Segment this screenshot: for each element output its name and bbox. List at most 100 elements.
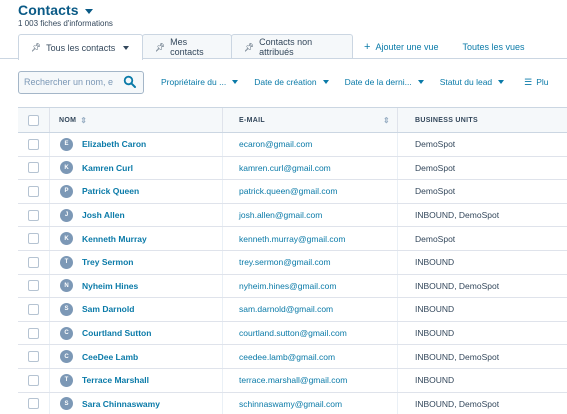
table-row[interactable]: N Nyheim Hines nyheim.hines@gmail.com INBOU… xyxy=(18,274,567,299)
contact-email[interactable]: schinnaswamy@gmail.com xyxy=(239,399,342,409)
contact-name-cell[interactable]: E Elizabeth Caron xyxy=(50,133,223,156)
contact-name-cell[interactable]: J Josh Allen xyxy=(50,203,223,227)
table-row[interactable]: T Trey Sermon trey.sermon@gmail.com INBOUND xyxy=(18,250,567,275)
business-units-cell: DemoSpot xyxy=(398,180,567,203)
more-filters-button[interactable]: ☰ Plu xyxy=(524,77,548,88)
tab-label: Mes contacts xyxy=(170,37,204,57)
row-checkbox[interactable] xyxy=(28,162,39,174)
contact-email[interactable]: sam.darnold@gmail.com xyxy=(239,304,333,314)
contact-email-cell: patrick.queen@gmail.com xyxy=(223,180,398,203)
column-header-email[interactable]: E-MAIL ⇕ xyxy=(223,108,398,132)
contact-name-cell[interactable]: K Kenneth Murray xyxy=(50,227,223,250)
contact-name-cell[interactable]: C Courtland Sutton xyxy=(50,321,223,345)
contact-name-cell[interactable]: T Terrace Marshall xyxy=(50,368,223,392)
contact-name-cell[interactable]: C CeeDee Lamb xyxy=(50,345,223,368)
business-units-value: DemoSpot xyxy=(415,233,456,244)
business-units-cell: DemoSpot xyxy=(398,227,567,250)
search-box[interactable] xyxy=(18,70,144,94)
contact-email[interactable]: josh.allen@gmail.com xyxy=(239,210,322,220)
business-units-cell: INBOUND xyxy=(398,298,567,321)
contact-name-link[interactable]: Sara Chinnaswamy xyxy=(82,399,160,409)
title-dropdown[interactable]: Contacts xyxy=(18,2,113,18)
contact-email-cell: trey.sermon@gmail.com xyxy=(223,250,398,274)
search-input[interactable] xyxy=(24,77,119,87)
contact-name-cell[interactable]: K Kamren Curl xyxy=(50,156,223,180)
row-checkbox[interactable] xyxy=(28,209,39,221)
contact-email[interactable]: patrick.queen@gmail.com xyxy=(239,186,337,196)
contact-name-link[interactable]: Elizabeth Caron xyxy=(82,139,146,149)
row-checkbox[interactable] xyxy=(28,280,39,292)
avatar: T xyxy=(60,255,73,269)
chevron-down-icon[interactable] xyxy=(123,45,130,50)
all-views-link[interactable]: Toutes les vues xyxy=(450,34,536,59)
column-header-name[interactable]: NOM ⇕ xyxy=(50,108,223,132)
tab-my-contacts[interactable]: 📌︎ Mes contacts xyxy=(142,34,232,59)
table-row[interactable]: K Kenneth Murray kenneth.murray@gmail.com D… xyxy=(18,227,567,251)
contact-name-link[interactable]: Courtland Sutton xyxy=(82,328,151,338)
select-all-checkbox[interactable] xyxy=(28,114,39,126)
row-checkbox[interactable] xyxy=(28,303,39,315)
contact-name-link[interactable]: Sam Darnold xyxy=(82,304,134,314)
contact-email[interactable]: ceedee.lamb@gmail.com xyxy=(239,352,335,362)
contact-email-cell: terrace.marshall@gmail.com xyxy=(223,368,398,392)
contact-name-cell[interactable]: S Sara Chinnaswamy xyxy=(50,392,223,414)
contact-name-link[interactable]: Kenneth Murray xyxy=(82,234,147,244)
contact-email[interactable]: courtland.sutton@gmail.com xyxy=(239,328,347,338)
contact-name-link[interactable]: Terrace Marshall xyxy=(82,375,149,385)
contact-email[interactable]: terrace.marshall@gmail.com xyxy=(239,375,347,385)
row-checkbox[interactable] xyxy=(28,185,39,197)
contact-name-link[interactable]: Josh Allen xyxy=(82,210,125,220)
contact-name-link[interactable]: CeeDee Lamb xyxy=(82,352,138,362)
table-row[interactable]: S Sara Chinnaswamy schinnaswamy@gmail.com I… xyxy=(18,392,567,414)
table-row[interactable]: P Patrick Queen patrick.queen@gmail.com Dem… xyxy=(18,180,567,204)
contact-email[interactable]: ecaron@gmail.com xyxy=(239,139,312,149)
filter-lead-status[interactable]: Statut du lead xyxy=(440,77,505,87)
filter-created-date[interactable]: Date de création xyxy=(254,77,329,87)
chevron-down-icon[interactable] xyxy=(84,8,93,14)
page-title[interactable]: Contacts xyxy=(18,2,79,18)
row-checkbox[interactable] xyxy=(28,233,39,245)
table-row[interactable]: S Sam Darnold sam.darnold@gmail.com INBOUND xyxy=(18,298,567,322)
sort-icon[interactable]: ⇕ xyxy=(383,116,390,125)
table-row[interactable]: C Courtland Sutton courtland.sutton@gmail.… xyxy=(18,321,567,346)
filter-last-date[interactable]: Date de la derni... xyxy=(345,77,424,87)
table-body: E Elizabeth Caron ecaron@gmail.com DemoSpot… xyxy=(18,133,567,414)
add-view-link[interactable]: + Ajouter une vue xyxy=(352,34,450,59)
contact-name-link[interactable]: Trey Sermon xyxy=(82,257,134,267)
contact-name-cell[interactable]: N Nyheim Hines xyxy=(50,274,223,298)
sort-icon[interactable]: ⇕ xyxy=(80,116,87,125)
filter-owner[interactable]: Propriétaire du ... xyxy=(161,77,239,87)
row-checkbox-cell xyxy=(18,250,50,274)
row-checkbox[interactable] xyxy=(28,374,39,386)
contact-name-cell[interactable]: T Trey Sermon xyxy=(50,250,223,274)
contact-email[interactable]: kenneth.murray@gmail.com xyxy=(239,234,345,244)
column-header-business-units[interactable]: BUSINESS UNITS ⇕ xyxy=(398,108,567,132)
contact-name-link[interactable]: Patrick Queen xyxy=(82,186,139,196)
row-checkbox[interactable] xyxy=(28,398,39,410)
contact-email[interactable]: trey.sermon@gmail.com xyxy=(239,257,331,267)
column-name-label: NOM xyxy=(59,116,77,124)
tab-all-contacts[interactable]: 📌︎ Tous les contacts xyxy=(18,34,143,60)
business-units-cell: INBOUND xyxy=(398,369,567,392)
contact-email-cell: nyheim.hines@gmail.com xyxy=(223,274,398,298)
row-checkbox[interactable] xyxy=(28,351,39,363)
contact-name-cell[interactable]: P Patrick Queen xyxy=(50,180,223,203)
table-row[interactable]: C CeeDee Lamb ceedee.lamb@gmail.com INBOUND… xyxy=(18,345,567,369)
contact-name-link[interactable]: Nyheim Hines xyxy=(82,281,138,291)
table-row[interactable]: K Kamren Curl kamren.curl@gmail.com DemoSpo… xyxy=(18,156,567,181)
filter-bar: Propriétaire du ... Date de création Dat… xyxy=(18,70,567,94)
contact-email[interactable]: nyheim.hines@gmail.com xyxy=(239,281,336,291)
table-row[interactable]: T Terrace Marshall terrace.marshall@gmail.… xyxy=(18,368,567,393)
avatar: K xyxy=(60,161,73,175)
row-checkbox[interactable] xyxy=(28,327,39,339)
search-icon[interactable] xyxy=(123,75,137,89)
contact-name-cell[interactable]: S Sam Darnold xyxy=(50,298,223,321)
contact-email[interactable]: kamren.curl@gmail.com xyxy=(239,163,331,173)
row-checkbox[interactable] xyxy=(28,138,39,150)
contact-name-link[interactable]: Kamren Curl xyxy=(82,163,133,173)
row-checkbox[interactable] xyxy=(28,256,39,268)
filter-created-label: Date de création xyxy=(254,77,317,87)
table-row[interactable]: J Josh Allen josh.allen@gmail.com INBOUND, … xyxy=(18,203,567,228)
tab-unassigned-contacts[interactable]: 📌︎ Contacts non attribués xyxy=(231,34,353,59)
table-row[interactable]: E Elizabeth Caron ecaron@gmail.com DemoSpot xyxy=(18,133,567,157)
